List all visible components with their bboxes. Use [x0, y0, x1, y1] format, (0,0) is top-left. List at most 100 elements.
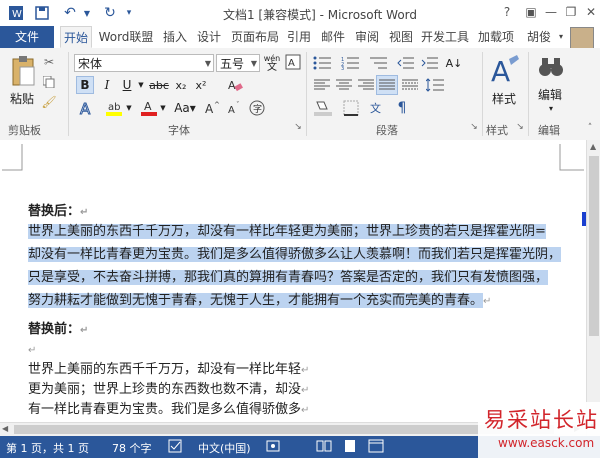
align-right-icon[interactable] [356, 76, 376, 94]
chinese-layout-icon[interactable]: 文 [366, 98, 386, 118]
highlight-icon[interactable]: ab [104, 98, 124, 118]
paragraph-dialog-launcher-icon[interactable]: ↘ [468, 120, 480, 134]
tab-developer[interactable]: 开发工具 [418, 26, 472, 48]
highlight-dropdown-icon[interactable]: ▼ [124, 98, 134, 118]
align-left-icon[interactable] [312, 76, 332, 94]
multilevel-list-icon[interactable] [368, 54, 390, 72]
tab-mailings[interactable]: 邮件 [318, 26, 348, 48]
tab-page-layout[interactable]: 页面布局 [228, 26, 282, 48]
increase-indent-icon[interactable] [420, 54, 440, 72]
close-button[interactable]: ✕ [580, 2, 600, 22]
read-mode-icon[interactable] [316, 439, 332, 456]
editing-label[interactable]: 编辑 [538, 86, 562, 103]
strikethrough-icon[interactable]: abc [148, 76, 170, 94]
page-count[interactable]: 第 1 页，共 1 页 [6, 440, 89, 456]
minimize-button[interactable]: — [540, 2, 562, 22]
font-dialog-launcher-icon[interactable]: ↘ [292, 120, 304, 134]
collapse-ribbon-icon[interactable]: ˄ [584, 122, 596, 134]
paste-label[interactable]: 粘贴 [10, 90, 34, 107]
language[interactable]: 中文(中国) [198, 440, 251, 456]
text-line[interactable]: 只是享受，不去奋斗拼搏，那我们真的算拥有青春吗？答案是否定的，我们只有发愤图强， [28, 268, 549, 288]
sort-icon[interactable]: A↓ [444, 54, 464, 72]
selected-text[interactable]: 努力耕耘才能做到无愧于青春，无愧于人生，才能拥有一个充实而完美的青春。 [28, 293, 484, 308]
distributed-icon[interactable] [400, 76, 420, 94]
tab-view[interactable]: 视图 [386, 26, 416, 48]
undo-dropdown-icon[interactable]: ▼ [82, 3, 92, 23]
char-border-icon[interactable]: A [284, 52, 302, 72]
bold-icon[interactable]: B [76, 76, 94, 94]
proofing-icon[interactable] [168, 439, 184, 456]
cut-icon[interactable]: ✂ [40, 54, 58, 70]
selected-text[interactable]: 却没有一样比青春更为宝贵。我们是多么值得骄傲多么让人羡慕啊！而我们若只是挥霍光阴… [28, 247, 562, 262]
text-line[interactable]: 有一样比青春更为宝贵。我们是多么值得骄傲多↵ [28, 400, 309, 420]
word-count[interactable]: 78 个字 [112, 440, 152, 456]
text-line[interactable]: 努力耕耘才能做到无愧于青春，无愧于人生，才能拥有一个充实而完美的青春。↵ [28, 291, 491, 311]
binoculars-icon[interactable] [536, 52, 566, 82]
paste-icon[interactable] [8, 54, 38, 88]
italic-icon[interactable]: I [98, 76, 116, 94]
decrease-indent-icon[interactable] [396, 54, 416, 72]
show-marks-icon[interactable]: ¶ [392, 98, 412, 118]
styles-gallery-icon[interactable]: A [488, 52, 522, 88]
styles-dialog-launcher-icon[interactable]: ↘ [514, 120, 526, 134]
scroll-thumb[interactable] [589, 156, 599, 336]
tab-home[interactable]: 开始 [60, 26, 92, 48]
text-line[interactable]: 更为美丽；世界上珍贵的东西数也数不清，却没↵ [28, 380, 309, 400]
grow-font-icon[interactable]: A ^ [204, 98, 222, 118]
underline-dropdown-icon[interactable]: ▼ [136, 76, 146, 94]
justify-icon[interactable] [376, 75, 398, 95]
ribbon-display-icon[interactable]: ▣ [520, 2, 542, 22]
help-button[interactable]: ? [496, 2, 518, 22]
shading-icon[interactable] [312, 98, 334, 118]
clear-formatting-icon[interactable]: A [226, 76, 244, 94]
tab-design[interactable]: 设计 [194, 26, 224, 48]
change-case-icon[interactable]: Aa▾ [172, 98, 198, 118]
align-center-icon[interactable] [334, 76, 354, 94]
text-line[interactable]: 世界上美丽的东西千千万万，却没有一样比年轻更为美丽；世界上珍贵的若只是挥霍光阴= [28, 222, 546, 242]
enclose-char-icon[interactable]: 字 [248, 98, 266, 118]
tab-insert[interactable]: 插入 [160, 26, 190, 48]
styles-label[interactable]: 样式 [492, 90, 516, 107]
tab-references[interactable]: 引用 [284, 26, 314, 48]
vertical-scrollbar[interactable]: ▲ ▼ [586, 140, 600, 436]
font-size-select[interactable]: 五号 ▼ [216, 54, 260, 72]
empty-line[interactable]: ↵ [28, 340, 36, 360]
save-icon[interactable] [32, 3, 52, 23]
scroll-left-icon[interactable]: ◀ [2, 424, 8, 433]
user-dropdown-icon[interactable]: ▾ [556, 26, 566, 48]
font-color-icon[interactable]: A [140, 98, 158, 118]
underline-icon[interactable]: U [118, 76, 136, 94]
text-line[interactable]: 世界上美丽的东西千千万万，却没有一样比年轻↵ [28, 360, 309, 380]
selected-text[interactable]: 世界上美丽的东西千千万万，却没有一样比年轻更为美丽；世界上珍贵的若只是挥霍光阴= [28, 224, 546, 239]
numbering-icon[interactable]: 123 [340, 54, 362, 72]
format-painter-icon[interactable]: 🖌 [40, 94, 58, 110]
font-color-dropdown-icon[interactable]: ▼ [158, 98, 168, 118]
qat-customize-icon[interactable]: ▾ [124, 3, 134, 23]
h-scroll-thumb[interactable] [14, 425, 554, 434]
text-line[interactable]: 却没有一样比青春更为宝贵。我们是多么值得骄傲多么让人羡慕啊！而我们若只是挥霍光阴… [28, 245, 562, 265]
borders-icon[interactable] [340, 98, 362, 118]
subscript-icon[interactable]: x₂ [172, 76, 190, 94]
restore-button[interactable]: ❐ [560, 2, 582, 22]
tab-file[interactable]: 文件 [0, 26, 54, 48]
macro-record-icon[interactable] [266, 439, 282, 456]
text-effects-icon[interactable]: A [76, 98, 98, 118]
copy-icon[interactable] [40, 74, 58, 90]
shrink-font-icon[interactable]: Aˇ [226, 98, 244, 118]
tab-review[interactable]: 审阅 [352, 26, 382, 48]
tab-addins[interactable]: 加载项 [474, 26, 518, 48]
phonetic-guide-icon[interactable]: wén 文 [262, 52, 282, 74]
print-layout-icon[interactable] [342, 439, 358, 456]
scroll-up-icon[interactable]: ▲ [590, 142, 596, 151]
undo-icon[interactable]: ↶ [60, 3, 80, 23]
redo-icon[interactable]: ↻ [100, 3, 120, 23]
tab-word-lm[interactable]: Word联盟 [96, 26, 156, 48]
line-spacing-icon[interactable] [424, 76, 446, 94]
font-name-select[interactable]: 宋体 ▼ [74, 54, 214, 72]
bullets-icon[interactable] [312, 54, 334, 72]
web-layout-icon[interactable] [368, 439, 384, 456]
superscript-icon[interactable]: x² [192, 76, 210, 94]
avatar[interactable] [570, 27, 594, 49]
user-name[interactable]: 胡俊 [522, 26, 556, 48]
editing-dropdown-icon[interactable]: ▾ [546, 102, 556, 114]
